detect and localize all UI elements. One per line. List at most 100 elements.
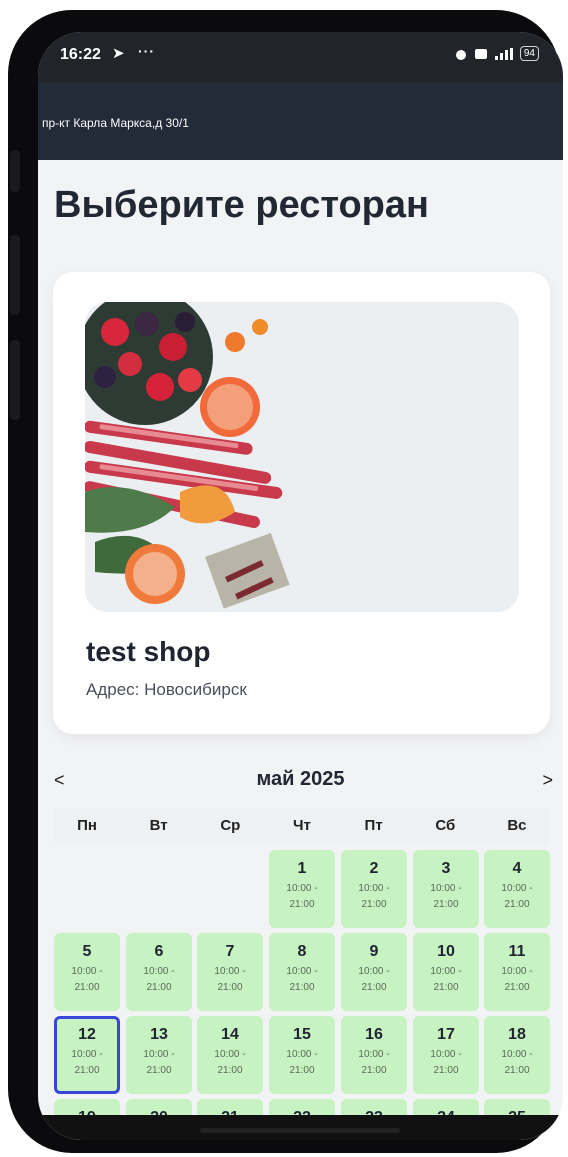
calendar-day[interactable]: 5 10:00 - 21:00 — [54, 933, 120, 1011]
day-number: 14 — [221, 1026, 239, 1043]
open-time: 10:00 - — [143, 1049, 175, 1060]
side-button — [10, 340, 20, 420]
restaurant-name: test shop — [86, 636, 211, 667]
calendar-day[interactable]: 15 10:00 - 21:00 — [269, 1016, 335, 1094]
alarm-icon — [455, 49, 466, 60]
calendar-day[interactable]: 13 10:00 - 21:00 — [126, 1016, 192, 1094]
day-number: 13 — [150, 1026, 168, 1043]
calendar-day[interactable]: 4 10:00 - 21:00 — [484, 850, 550, 928]
status-time: 16:22 — [60, 46, 101, 63]
side-button — [10, 150, 20, 192]
calendar-day[interactable]: 10 10:00 - 21:00 — [413, 933, 479, 1011]
close-time: 21:00 — [361, 982, 387, 993]
open-time: 10:00 - — [214, 966, 246, 977]
open-time: 10:00 - — [286, 883, 318, 894]
day-number: 4 — [512, 860, 522, 877]
day-number: 8 — [297, 943, 307, 960]
weekday-label: Сб — [435, 817, 456, 834]
close-time: 21:00 — [433, 1065, 459, 1076]
close-time: 21:00 — [504, 899, 530, 910]
close-time: 21:00 — [146, 1065, 172, 1076]
next-month-button[interactable]: > — [542, 770, 553, 791]
restaurant-card[interactable]: test shop Адрес: Новосибирск — [53, 272, 550, 734]
day-number: 17 — [437, 1026, 455, 1043]
status-bar: 16:22 ➤ ··· 94 — [38, 32, 563, 82]
restaurant-address: Адрес: Новосибирск — [86, 680, 247, 699]
close-time: 21:00 — [289, 1065, 315, 1076]
weekday-label: Вт — [149, 817, 168, 834]
calendar-day[interactable]: 2 10:00 - 21:00 — [341, 850, 407, 928]
day-number: 10 — [437, 943, 455, 960]
calendar-day[interactable]: 7 10:00 - 21:00 — [197, 933, 263, 1011]
day-number: 7 — [225, 943, 235, 960]
weekday-label: Пт — [364, 817, 383, 834]
calendar-day[interactable]: 17 10:00 - 21:00 — [413, 1016, 479, 1094]
close-time: 21:00 — [289, 899, 315, 910]
calendar-day-selected[interactable]: 12 10:00 - 21:00 — [54, 1016, 120, 1094]
screen: 16:22 ➤ ··· 94 пр-кт Карла Маркса,д 30/1… — [38, 32, 563, 1140]
weekday-label: Пн — [77, 817, 97, 834]
day-number: 9 — [369, 943, 379, 960]
open-time: 10:00 - — [358, 966, 390, 977]
phone-frame: 16:22 ➤ ··· 94 пр-кт Карла Маркса,д 30/1… — [8, 10, 563, 1153]
close-time: 21:00 — [433, 982, 459, 993]
weekday-row: Пн Вт Ср Чт Пт Сб Вс — [54, 808, 550, 844]
calendar-day[interactable]: 9 10:00 - 21:00 — [341, 933, 407, 1011]
signal-icon — [494, 47, 513, 60]
side-button — [10, 235, 20, 315]
open-time: 10:00 - — [358, 1049, 390, 1060]
close-time: 21:00 — [74, 982, 100, 993]
close-time: 21:00 — [361, 899, 387, 910]
weekday-label: Вс — [507, 817, 527, 834]
weekday-label: Ср — [220, 817, 241, 834]
paper-plane-icon: ➤ — [112, 45, 125, 62]
weekday-label: Чт — [293, 817, 311, 834]
close-time: 21:00 — [146, 982, 172, 993]
calendar-month: май 2025 — [256, 768, 345, 790]
calendar-day[interactable]: 14 10:00 - 21:00 — [197, 1016, 263, 1094]
open-time: 10:00 - — [286, 1049, 318, 1060]
day-number: 3 — [441, 860, 451, 877]
sim-icon — [474, 48, 487, 59]
close-time: 21:00 — [217, 1065, 243, 1076]
address-header[interactable]: пр-кт Карла Маркса,д 30/1 — [38, 82, 563, 160]
day-number: 1 — [297, 860, 307, 877]
open-time: 10:00 - — [430, 883, 462, 894]
delivery-address[interactable]: пр-кт Карла Маркса,д 30/1 — [42, 116, 189, 130]
home-indicator[interactable] — [200, 1128, 400, 1133]
calendar-day[interactable]: 3 10:00 - 21:00 — [413, 850, 479, 928]
day-number: 6 — [154, 943, 164, 960]
open-time: 10:00 - — [430, 1049, 462, 1060]
day-number: 5 — [82, 943, 92, 960]
open-time: 10:00 - — [143, 966, 175, 977]
calendar-day[interactable]: 16 10:00 - 21:00 — [341, 1016, 407, 1094]
close-time: 21:00 — [504, 982, 530, 993]
day-number: 2 — [369, 860, 379, 877]
calendar-day[interactable]: 6 10:00 - 21:00 — [126, 933, 192, 1011]
calendar-day[interactable]: 8 10:00 - 21:00 — [269, 933, 335, 1011]
open-time: 10:00 - — [501, 883, 533, 894]
open-time: 10:00 - — [501, 1049, 533, 1060]
calendar-day[interactable]: 11 10:00 - 21:00 — [484, 933, 550, 1011]
open-time: 10:00 - — [214, 1049, 246, 1060]
open-time: 10:00 - — [358, 883, 390, 894]
status-icons: 94 — [454, 46, 539, 61]
day-number: 12 — [78, 1026, 96, 1043]
calendar-header: < май 2025 > — [38, 764, 563, 798]
battery-icon: 94 — [519, 46, 539, 61]
close-time: 21:00 — [74, 1065, 100, 1076]
day-number: 18 — [508, 1026, 526, 1043]
day-number: 15 — [293, 1026, 311, 1043]
open-time: 10:00 - — [71, 1049, 103, 1060]
day-number: 16 — [365, 1026, 383, 1043]
restaurant-image — [85, 302, 519, 612]
close-time: 21:00 — [289, 982, 315, 993]
close-time: 21:00 — [433, 899, 459, 910]
day-number: 11 — [508, 943, 526, 960]
calendar-day[interactable]: 18 10:00 - 21:00 — [484, 1016, 550, 1094]
open-time: 10:00 - — [71, 966, 103, 977]
calendar-day[interactable]: 1 10:00 - 21:00 — [269, 850, 335, 928]
close-time: 21:00 — [361, 1065, 387, 1076]
close-time: 21:00 — [217, 982, 243, 993]
fruit-photo-illustration — [85, 302, 519, 612]
